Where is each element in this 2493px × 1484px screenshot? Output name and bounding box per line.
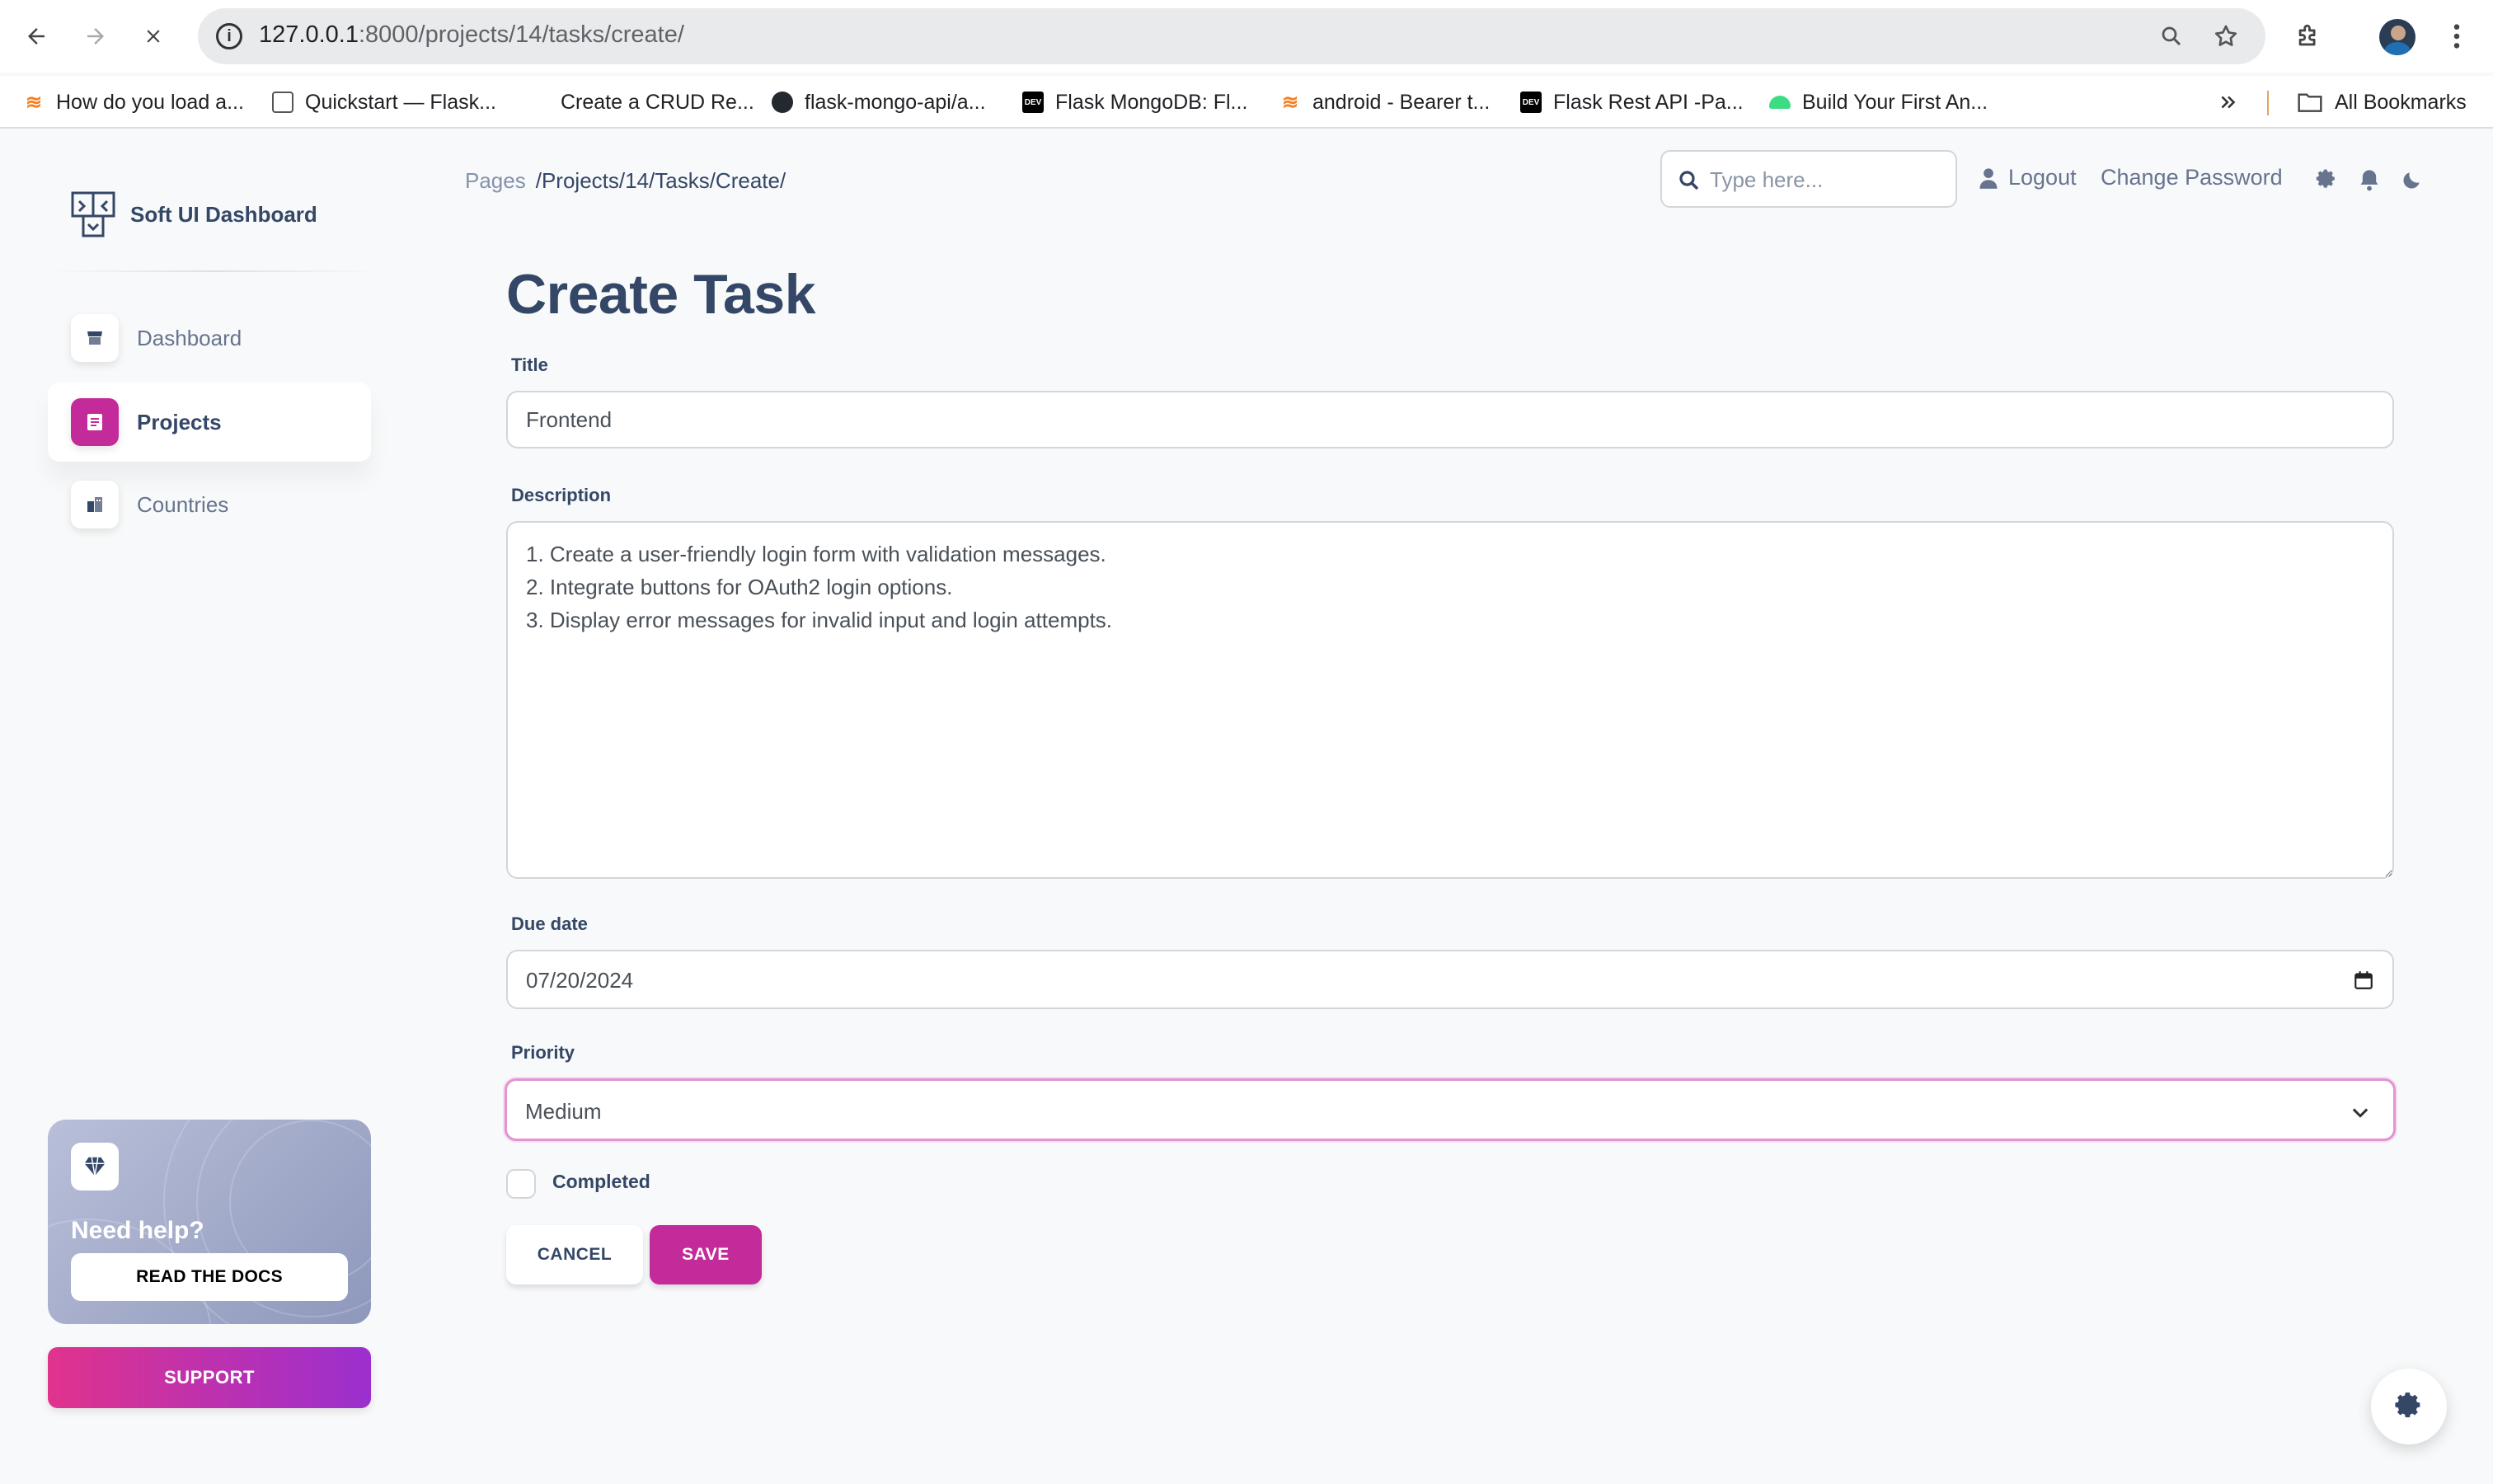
chevron-down-icon: [2352, 1108, 2369, 1118]
due-date-input[interactable]: 07/20/2024: [506, 950, 2394, 1009]
due-date-value: 07/20/2024: [526, 968, 634, 993]
bookmark-item[interactable]: DEV Flask MongoDB: Fl...: [1022, 87, 1247, 117]
calendar-icon[interactable]: [2353, 970, 2374, 991]
office-icon: [71, 481, 119, 528]
doc-icon: [272, 92, 293, 113]
bookmark-item[interactable]: ≋ How do you load a...: [23, 87, 244, 117]
back-button[interactable]: [13, 13, 59, 59]
search-icon: [1679, 171, 1699, 190]
completed-label[interactable]: Completed: [552, 1171, 650, 1193]
save-button[interactable]: SAVE: [650, 1225, 762, 1284]
completed-checkbox[interactable]: [506, 1169, 536, 1199]
profile-avatar[interactable]: [2379, 19, 2416, 55]
bookmark-item[interactable]: Build Your First An...: [1769, 87, 1988, 117]
close-icon: [147, 30, 160, 43]
priority-select[interactable]: Medium: [505, 1078, 2396, 1141]
forward-arrow-icon: [87, 28, 104, 45]
browser-toolbar: i 127.0.0.1:8000/projects/14/tasks/creat…: [0, 0, 2493, 73]
dev-icon: DEV: [1520, 92, 1542, 113]
help-card: Need help? READ THE DOCS: [48, 1120, 371, 1324]
bookmarks-separator: [2267, 91, 2269, 115]
support-button[interactable]: SUPPORT: [48, 1347, 371, 1408]
change-password-link[interactable]: Change Password: [2101, 165, 2283, 190]
bookmark-item[interactable]: ≋ android - Bearer t...: [1279, 87, 1490, 117]
github-icon: [772, 92, 793, 113]
read-docs-button[interactable]: READ THE DOCS: [71, 1253, 348, 1301]
stackoverflow-icon: ≋: [1281, 91, 1299, 114]
cancel-button[interactable]: CANCEL: [506, 1225, 643, 1284]
diamond-icon: [71, 1143, 119, 1190]
sidebar-divider: [49, 270, 379, 272]
sidebar-item-dashboard[interactable]: Dashboard: [48, 298, 371, 378]
page-title: Create Task: [506, 263, 816, 326]
settings-icon[interactable]: [2313, 167, 2340, 193]
configurator-button[interactable]: [2371, 1369, 2447, 1444]
search-box[interactable]: [1660, 150, 1957, 208]
more-bookmarks-button[interactable]: [2218, 87, 2239, 117]
all-bookmarks-button[interactable]: All Bookmarks: [2297, 87, 2467, 117]
sidebar-item-projects[interactable]: Projects: [48, 383, 371, 462]
description-label: Description: [511, 485, 612, 505]
title-label: Title: [511, 355, 548, 375]
bookmark-item[interactable]: Quickstart — Flask...: [272, 87, 496, 117]
bookmarks-bar: ≋ How do you load a... Quickstart — Flask…: [0, 76, 2493, 129]
brand-name: Soft UI Dashboard: [130, 201, 317, 227]
stackoverflow-icon: ≋: [25, 91, 43, 114]
address-bar[interactable]: i 127.0.0.1:8000/projects/14/tasks/creat…: [198, 8, 2265, 64]
brand-link[interactable]: Soft UI Dashboard: [71, 191, 317, 237]
back-arrow-icon: [28, 28, 45, 45]
brand-logo-icon: [71, 191, 115, 237]
double-chevron-right-icon: [2221, 96, 2236, 109]
sidebar-item-label: Dashboard: [137, 325, 242, 350]
extensions-icon[interactable]: [2290, 18, 2326, 54]
chrome-menu-icon[interactable]: [2439, 18, 2475, 54]
bookmark-star-icon[interactable]: [2209, 20, 2242, 53]
bookmark-item[interactable]: flask-mongo-api/a...: [772, 87, 986, 117]
dark-mode-icon[interactable]: [2399, 167, 2425, 193]
blank-icon: [528, 92, 549, 113]
breadcrumb-current: /Projects/14/Tasks/Create/: [535, 168, 786, 193]
help-card-title: Need help?: [71, 1217, 204, 1244]
android-icon: [1769, 96, 1791, 109]
title-input[interactable]: [506, 391, 2394, 448]
zoom-icon[interactable]: [2155, 20, 2188, 53]
url-text[interactable]: 127.0.0.1:8000/projects/14/tasks/create/: [259, 21, 684, 49]
sidebar-item-label: Projects: [137, 409, 222, 434]
description-textarea[interactable]: 1. Create a user-friendly login form wit…: [506, 521, 2394, 879]
gear-icon: [2395, 1392, 2420, 1418]
notification-bell-icon[interactable]: [2356, 167, 2383, 193]
stop-loading-button[interactable]: [130, 13, 176, 59]
priority-selected-value: Medium: [525, 1099, 602, 1124]
due-date-label: Due date: [511, 913, 588, 934]
user-icon: [1979, 167, 1998, 189]
breadcrumb-root-link[interactable]: Pages: [465, 168, 526, 194]
folder-icon: [2298, 93, 2322, 112]
dev-icon: DEV: [1022, 92, 1044, 113]
site-info-icon[interactable]: i: [216, 23, 242, 49]
shop-icon: [71, 314, 119, 362]
forward-button[interactable]: [73, 13, 119, 59]
breadcrumb: Pages /Projects/14/Tasks/Create/: [465, 168, 786, 194]
search-input[interactable]: [1710, 162, 1949, 198]
sidebar-item-countries[interactable]: Countries: [48, 465, 371, 544]
sidebar-item-label: Countries: [137, 491, 229, 517]
document-icon: [71, 398, 119, 446]
bookmark-item[interactable]: DEV Flask Rest API -Pa...: [1520, 87, 1744, 117]
logout-link[interactable]: Logout: [1979, 165, 2077, 190]
bookmark-item[interactable]: Create a CRUD Re...: [528, 87, 754, 117]
priority-label: Priority: [511, 1042, 575, 1063]
